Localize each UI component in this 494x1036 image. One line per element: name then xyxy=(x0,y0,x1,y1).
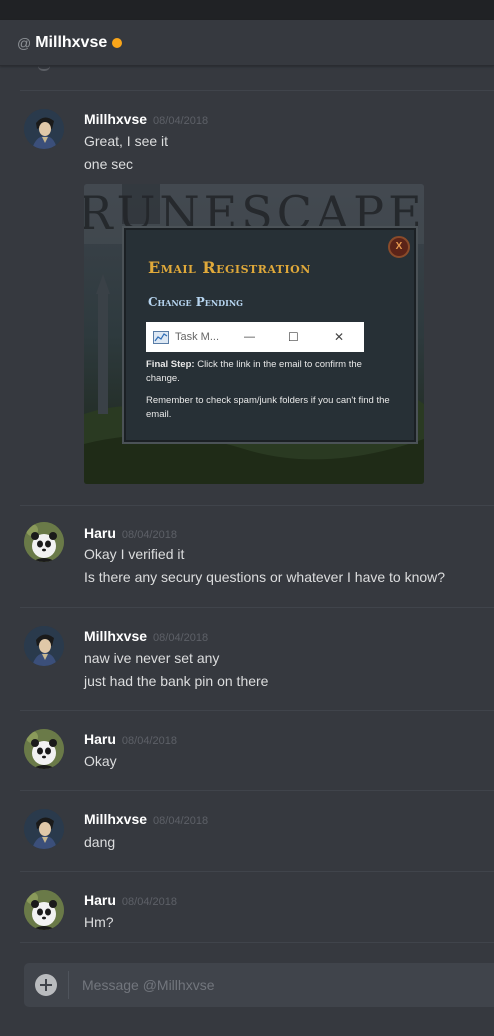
dialog-subtitle: Change Pending xyxy=(148,295,243,309)
message-header: Millhxvse 08/04/2018 xyxy=(84,628,208,644)
bottom-padding xyxy=(0,1007,494,1036)
username[interactable]: Millhxvse xyxy=(84,628,147,644)
dialog-title: Email Registration xyxy=(148,258,311,277)
channel-name[interactable]: Millhxvse xyxy=(35,34,107,52)
previous-message-remnant xyxy=(38,66,50,71)
timestamp: 08/04/2018 xyxy=(153,815,209,827)
screenshot-attachment[interactable]: RUNESCAPE Email Registration Change Pend… xyxy=(84,184,424,484)
task-manager-window[interactable]: Task M... — ☐ ✕ xyxy=(146,322,364,352)
message-text: Hm? xyxy=(84,914,114,930)
message-divider xyxy=(20,790,494,791)
message-divider xyxy=(20,607,494,608)
message-text: just had the bank pin on there xyxy=(84,673,269,689)
message-text: dang xyxy=(84,834,116,850)
message-text: Is there any secury questions or whateve… xyxy=(84,569,446,585)
minimize-icon[interactable]: — xyxy=(244,331,255,343)
timestamp: 08/04/2018 xyxy=(153,115,209,127)
username[interactable]: Haru xyxy=(84,525,116,541)
message-text: Okay xyxy=(84,753,117,769)
message-header: Haru 08/04/2018 xyxy=(84,731,177,747)
message-text: naw ive never set any xyxy=(84,650,220,666)
message-text: Great, I see it xyxy=(84,133,169,149)
message-divider xyxy=(20,505,494,506)
avatar[interactable] xyxy=(24,109,64,149)
avatar[interactable] xyxy=(24,729,64,769)
idle-status-icon xyxy=(112,38,123,48)
dialog-close-button[interactable]: X xyxy=(388,236,410,258)
window-top-strip xyxy=(0,0,494,20)
message-header: Millhxvse 08/04/2018 xyxy=(84,111,208,127)
close-icon[interactable]: ✕ xyxy=(334,330,344,344)
timestamp: 08/04/2018 xyxy=(121,896,177,908)
task-manager-label: Task M... xyxy=(175,331,220,343)
timestamp: 08/04/2018 xyxy=(121,735,177,747)
timestamp: 08/04/2018 xyxy=(121,529,177,541)
final-step-label: Final Step: xyxy=(146,359,195,370)
composer-divider xyxy=(68,971,69,999)
avatar[interactable] xyxy=(24,626,64,666)
add-attachment-icon[interactable] xyxy=(35,974,57,996)
message-divider xyxy=(20,710,494,711)
email-registration-dialog: Email Registration Change Pending X Task… xyxy=(122,226,418,444)
message-divider xyxy=(20,90,494,91)
message-header: Millhxvse 08/04/2018 xyxy=(84,811,208,827)
message-header: Haru 08/04/2018 xyxy=(84,892,177,908)
reminder-text: Remember to check spam/junk folders if y… xyxy=(146,395,390,420)
message-header: Haru 08/04/2018 xyxy=(84,525,177,541)
message-composer xyxy=(24,963,494,1007)
message-divider xyxy=(20,942,494,943)
channel-header: @ Millhxvse xyxy=(0,20,494,66)
task-manager-icon xyxy=(153,330,169,344)
avatar[interactable] xyxy=(24,809,64,849)
message-divider xyxy=(20,871,494,872)
username[interactable]: Millhxvse xyxy=(84,111,147,127)
maximize-icon[interactable]: ☐ xyxy=(288,330,299,344)
username[interactable]: Millhxvse xyxy=(84,811,147,827)
message-input[interactable] xyxy=(80,976,464,994)
timestamp: 08/04/2018 xyxy=(153,632,209,644)
at-icon: @ xyxy=(17,34,32,51)
message-text: one sec xyxy=(84,156,134,172)
username[interactable]: Haru xyxy=(84,892,116,908)
message-text: Okay I verified it xyxy=(84,546,185,562)
avatar[interactable] xyxy=(24,890,64,930)
avatar[interactable] xyxy=(24,522,64,562)
username[interactable]: Haru xyxy=(84,731,116,747)
final-step-text-block: Final Step: Click the link in the email … xyxy=(146,358,396,386)
